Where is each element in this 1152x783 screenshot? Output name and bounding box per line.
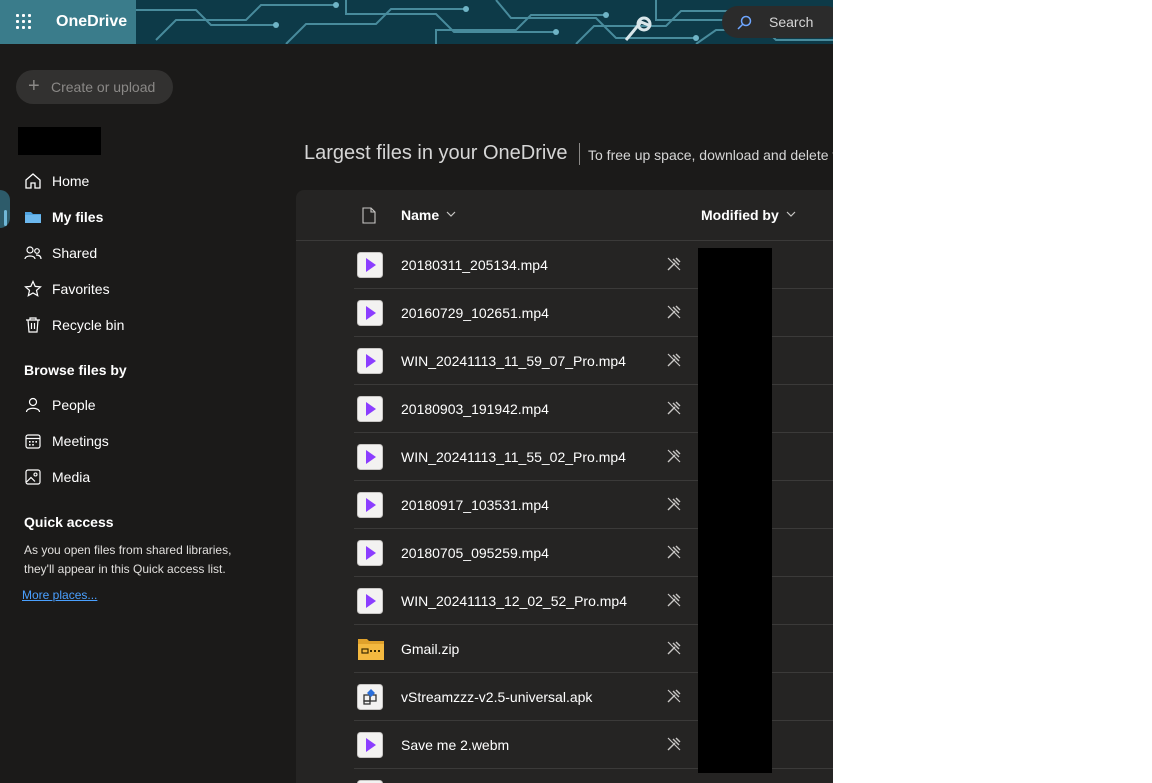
file-name[interactable]: 20180311_205134.mp4 bbox=[401, 257, 548, 273]
video-file-icon bbox=[357, 396, 383, 422]
selected-indicator bbox=[4, 210, 7, 226]
not-shared-icon bbox=[666, 592, 682, 608]
nav-item-label: My files bbox=[52, 209, 104, 225]
nav-item-favorites[interactable]: Favorites bbox=[24, 278, 244, 302]
not-shared-icon bbox=[666, 304, 682, 320]
nav-item-label: Shared bbox=[52, 245, 98, 261]
not-shared-icon bbox=[666, 640, 682, 656]
app-title[interactable]: OneDrive bbox=[56, 13, 127, 31]
video-file-icon bbox=[357, 492, 383, 518]
not-shared-icon bbox=[666, 496, 682, 512]
video-file-icon bbox=[357, 732, 383, 758]
not-shared-icon bbox=[666, 688, 682, 704]
home-icon bbox=[25, 173, 41, 189]
trash-icon bbox=[26, 317, 40, 333]
nav-item-label: Meetings bbox=[52, 433, 109, 449]
nav-item-label: Recycle bin bbox=[52, 317, 125, 333]
video-file-icon bbox=[357, 588, 383, 614]
create-or-upload-button[interactable]: + Create or upload bbox=[16, 70, 173, 104]
column-header-modified-by[interactable]: Modified by bbox=[701, 207, 779, 223]
search-placeholder: Search bbox=[769, 14, 814, 30]
nav-item-my-files[interactable]: My files bbox=[24, 206, 244, 230]
nav-item-media[interactable]: Media bbox=[24, 466, 244, 490]
nav-item-recycle-bin[interactable]: Recycle bin bbox=[24, 314, 244, 338]
image-icon bbox=[25, 469, 41, 485]
nav-item-label: Media bbox=[52, 469, 91, 485]
video-file-icon bbox=[357, 540, 383, 566]
file-name[interactable]: Gmail.zip bbox=[401, 641, 459, 657]
nav-item-label: Home bbox=[52, 173, 90, 189]
not-shared-icon bbox=[666, 544, 682, 560]
nav-item-meetings[interactable]: Meetings bbox=[24, 430, 244, 454]
nav-item-shared[interactable]: Shared bbox=[24, 242, 244, 266]
file-name[interactable]: 20180903_191942.mp4 bbox=[401, 401, 549, 417]
page-title: Largest files in your OneDrive bbox=[304, 142, 568, 164]
search-icon bbox=[737, 15, 752, 30]
column-header-row: Name Modified by bbox=[296, 190, 833, 241]
video-file-icon bbox=[357, 348, 383, 374]
file-name[interactable]: WIN_20241113_12_02_52_Pro.mp4 bbox=[401, 593, 627, 609]
page-subtitle: To free up space, download and delete t bbox=[588, 147, 833, 163]
search-box[interactable]: Search bbox=[722, 6, 833, 38]
title-divider bbox=[579, 143, 580, 165]
zip-file-icon bbox=[357, 636, 384, 662]
video-file-icon bbox=[357, 444, 383, 470]
plus-icon: + bbox=[28, 75, 40, 97]
not-shared-icon bbox=[666, 736, 682, 752]
brand-area: OneDrive bbox=[0, 0, 136, 44]
column-header-name[interactable]: Name bbox=[401, 207, 439, 223]
file-name[interactable]: WIN_20241113_11_59_07_Pro.mp4 bbox=[401, 353, 626, 369]
file-name[interactable]: 20180705_095259.mp4 bbox=[401, 545, 549, 561]
file-name[interactable]: 20160729_102651.mp4 bbox=[401, 305, 549, 321]
quick-access-description: As you open files from shared libraries,… bbox=[24, 543, 232, 576]
star-icon bbox=[24, 280, 42, 297]
folder-icon bbox=[25, 212, 41, 223]
file-name[interactable]: 20180917_103531.mp4 bbox=[401, 497, 549, 513]
nav-item-home[interactable]: Home bbox=[24, 170, 244, 194]
not-shared-icon bbox=[666, 352, 682, 368]
not-shared-icon bbox=[666, 256, 682, 272]
account-name-redacted bbox=[18, 127, 101, 155]
video-file-icon bbox=[357, 252, 383, 278]
calendar-icon bbox=[25, 434, 41, 449]
file-name[interactable]: Save me 2.webm bbox=[401, 737, 509, 753]
apk-file-icon bbox=[357, 684, 383, 710]
not-shared-icon bbox=[666, 448, 682, 464]
people-shared-icon bbox=[24, 246, 42, 260]
file-name[interactable]: vStreamzzz-v2.5-universal.apk bbox=[401, 689, 592, 705]
nav-item-people[interactable]: People bbox=[24, 394, 244, 418]
nav-item-label: People bbox=[52, 397, 96, 413]
chevron-down-icon bbox=[786, 211, 796, 217]
file-type-icon[interactable] bbox=[362, 207, 376, 224]
not-shared-icon bbox=[666, 400, 682, 416]
file-name[interactable]: WIN_20241113_11_55_02_Pro.mp4 bbox=[401, 449, 626, 465]
more-places-link[interactable]: More places... bbox=[22, 588, 97, 602]
app-launcher-icon[interactable] bbox=[16, 14, 32, 30]
quick-access-title: Quick access bbox=[24, 514, 114, 530]
person-icon bbox=[25, 397, 41, 413]
onedrive-app: OneDrive Search + Create or upload Home … bbox=[0, 0, 833, 783]
chevron-down-icon bbox=[446, 211, 456, 217]
browse-files-title: Browse files by bbox=[24, 362, 127, 378]
video-file-icon bbox=[357, 300, 383, 326]
modified-by-redacted bbox=[698, 248, 772, 773]
top-bar: OneDrive Search bbox=[0, 0, 833, 44]
create-or-upload-label: Create or upload bbox=[51, 79, 156, 95]
nav-item-label: Favorites bbox=[52, 281, 110, 297]
